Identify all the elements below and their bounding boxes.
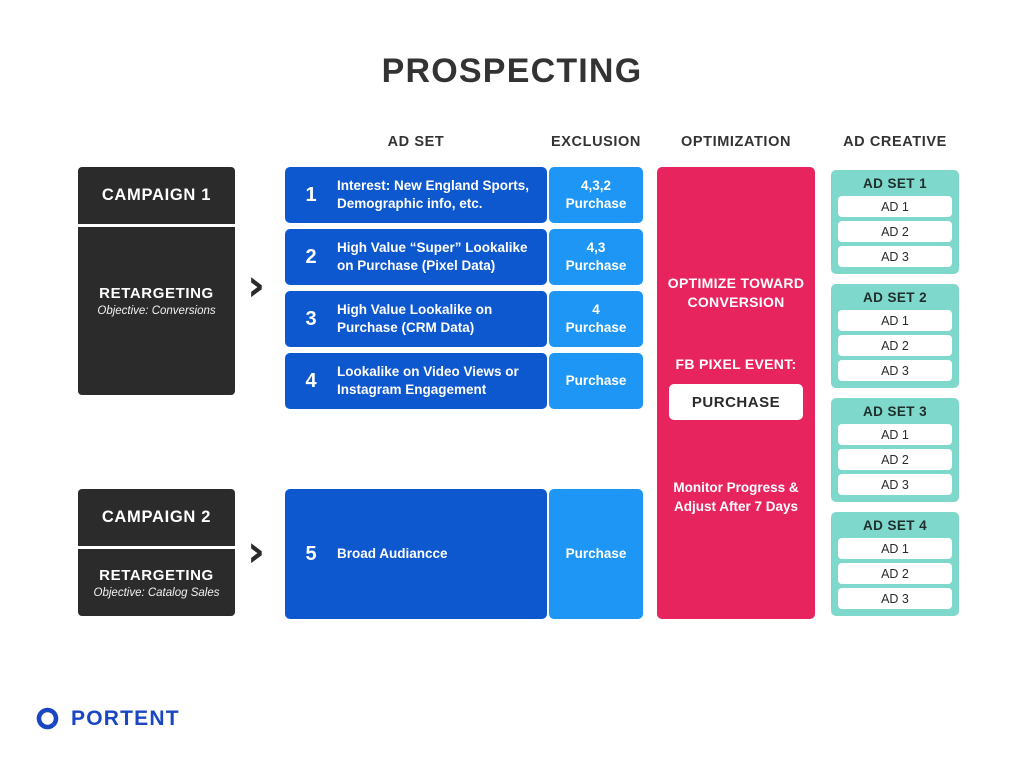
campaign-2-name: CAMPAIGN 2 — [78, 489, 235, 546]
ad-creative-item[interactable]: AD 1 — [838, 424, 952, 445]
ad-creative-group-title: AD SET 2 — [863, 290, 927, 305]
exclusion-cell[interactable]: 4,3,2 Purchase — [549, 167, 643, 223]
exclusion-cell[interactable]: Purchase — [549, 353, 643, 409]
ad-set-number: 5 — [305, 542, 317, 565]
portent-circle-icon — [36, 707, 59, 730]
fb-pixel-event-value[interactable]: PURCHASE — [669, 384, 803, 420]
exclusion-cell[interactable]: 4 Purchase — [549, 291, 643, 347]
ad-creative-group: AD SET 1 AD 1 AD 2 AD 3 — [831, 170, 959, 274]
ad-creative-group: AD SET 3 AD 1 AD 2 AD 3 — [831, 398, 959, 502]
campaign-block-1: CAMPAIGN 1 RETARGETING Objective: Conver… — [78, 167, 235, 395]
ad-creative-item[interactable]: AD 1 — [838, 310, 952, 331]
optimization-panel: OPTIMIZE TOWARD CONVERSION FB PIXEL EVEN… — [657, 167, 815, 619]
ad-creative-item[interactable]: AD 2 — [838, 563, 952, 584]
ad-set-number: 1 — [305, 183, 317, 206]
chevron-right-icon-1: › — [247, 260, 266, 311]
ad-creative-item[interactable]: AD 3 — [838, 474, 952, 495]
ad-set-description: Broad Audiancce — [337, 546, 448, 562]
ad-set-number: 3 — [305, 307, 317, 330]
ad-set-description: Interest: New England Sports, Demographi… — [337, 178, 530, 211]
ad-creative-group-title: AD SET 3 — [863, 404, 927, 419]
ad-set-row[interactable]: 2 High Value “Super” Lookalike on Purcha… — [285, 229, 547, 285]
campaign-1-objective: Objective: Conversions — [97, 305, 216, 317]
ad-creative-item[interactable]: AD 3 — [838, 246, 952, 267]
ad-creative-item[interactable]: AD 1 — [838, 196, 952, 217]
campaign-2-details: RETARGETING Objective: Catalog Sales — [78, 549, 235, 616]
ad-set-description: Lookalike on Video Views or Instagram En… — [337, 364, 519, 397]
page-title: PROSPECTING — [381, 52, 643, 90]
ad-set-row[interactable]: 4 Lookalike on Video Views or Instagram … — [285, 353, 547, 409]
ad-creative-item[interactable]: AD 3 — [838, 588, 952, 609]
campaign-1-name: CAMPAIGN 1 — [78, 167, 235, 224]
portent-wordmark: PORTENT — [71, 706, 180, 730]
ad-set-number: 4 — [305, 369, 317, 392]
ad-creative-item[interactable]: AD 3 — [838, 360, 952, 381]
exclusion-cell[interactable]: Purchase — [549, 489, 643, 619]
chevron-right-icon-2: › — [247, 526, 266, 577]
ad-creative-group: AD SET 2 AD 1 AD 2 AD 3 — [831, 284, 959, 388]
exclusion-cell[interactable]: 4,3 Purchase — [549, 229, 643, 285]
column-header-exclusion: EXCLUSION — [551, 134, 641, 150]
ad-creative-item[interactable]: AD 2 — [838, 221, 952, 242]
column-header-ad-set: AD SET — [387, 134, 445, 150]
ad-creative-group: AD SET 4 AD 1 AD 2 AD 3 — [831, 512, 959, 616]
ad-creative-group-title: AD SET 1 — [863, 176, 927, 191]
ad-creative-item[interactable]: AD 1 — [838, 538, 952, 559]
ad-creative-item[interactable]: AD 2 — [838, 449, 952, 470]
campaign-1-details: RETARGETING Objective: Conversions — [78, 227, 235, 395]
column-header-ad-creative: AD CREATIVE — [843, 134, 947, 150]
campaign-1-type: RETARGETING — [99, 285, 214, 302]
ad-set-row[interactable]: 5 Broad Audiancce — [285, 489, 547, 619]
campaign-block-2: CAMPAIGN 2 RETARGETING Objective: Catalo… — [78, 489, 235, 616]
campaign-2-type: RETARGETING — [99, 566, 214, 584]
ad-set-row[interactable]: 1 Interest: New England Sports, Demograp… — [285, 167, 547, 223]
ad-set-description: High Value “Super” Lookalike on Purchase… — [337, 240, 528, 273]
fb-pixel-event-label: FB PIXEL EVENT: — [675, 356, 797, 372]
ad-set-row[interactable]: 3 High Value Lookalike on Purchase (CRM … — [285, 291, 547, 347]
optimization-headline: OPTIMIZE TOWARD CONVERSION — [667, 275, 805, 310]
optimization-footnote: Monitor Progress & Adjust After 7 Days — [673, 480, 799, 515]
campaign-2-objective: Objective: Catalog Sales — [93, 586, 220, 599]
portent-logo: PORTENT — [34, 705, 180, 732]
ad-creative-item[interactable]: AD 2 — [838, 335, 952, 356]
ad-set-description: High Value Lookalike on Purchase (CRM Da… — [337, 302, 493, 335]
ad-creative-group-title: AD SET 4 — [863, 518, 927, 533]
column-header-optimization: OPTIMIZATION — [680, 134, 792, 150]
ad-set-number: 2 — [305, 245, 317, 268]
